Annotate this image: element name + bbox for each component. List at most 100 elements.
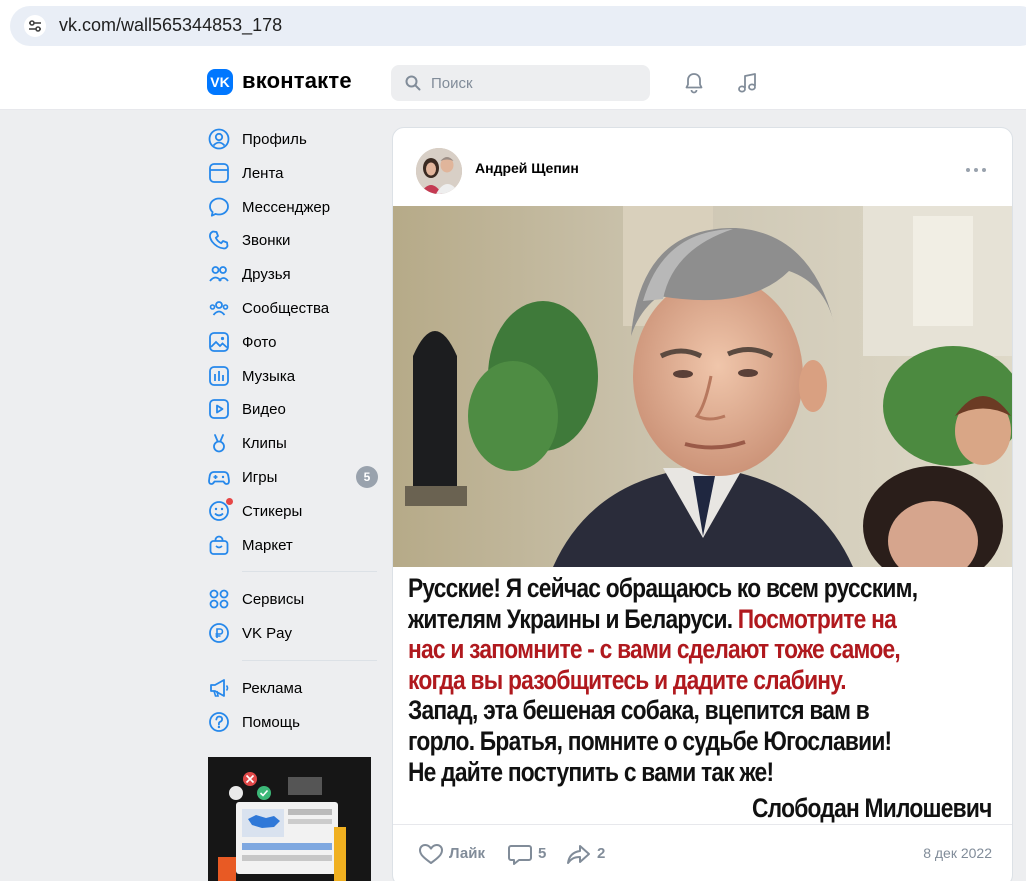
url-text[interactable]: vk.com/wall565344853_178 bbox=[59, 15, 282, 36]
vk-logo-icon[interactable]: VK bbox=[207, 69, 233, 95]
sidebar-item-label: Звонки bbox=[242, 232, 291, 250]
sidebar-item-label: Стикеры bbox=[242, 502, 303, 520]
vk-header: VK вконтакте bbox=[0, 54, 1026, 110]
share-count: 2 bbox=[597, 845, 606, 862]
sidebar-item-label: Сервисы bbox=[242, 591, 305, 609]
sidebar-item-market[interactable]: Маркет bbox=[205, 528, 380, 562]
sidebar-item-label: Лента bbox=[242, 164, 284, 182]
quote-text: Не дайте поступить с вами так же! bbox=[408, 756, 774, 787]
sidebar-item-label: Фото bbox=[242, 333, 277, 351]
clips-icon bbox=[213, 434, 225, 453]
quote-line: нас и запомните - с вами сделают тоже са… bbox=[408, 634, 1010, 665]
sidebar-item-games[interactable]: Игры 5 bbox=[205, 460, 380, 494]
post-actions: Лайк 5 2 8 дек 2022 bbox=[393, 825, 1012, 881]
sidebar-divider bbox=[242, 659, 377, 661]
sidebar-item-label: Реклама bbox=[242, 679, 303, 697]
games-icon bbox=[208, 471, 230, 485]
sidebar-item-label: VK Pay bbox=[242, 625, 293, 643]
ads-icon bbox=[210, 679, 229, 697]
services-icon bbox=[209, 589, 229, 609]
quote-highlight: Посмотрите на bbox=[737, 603, 897, 634]
heart-icon bbox=[419, 844, 443, 864]
quote-line: жителям Украины и Беларуси. Посмотрите н… bbox=[408, 604, 1010, 635]
bell-icon[interactable] bbox=[682, 71, 706, 95]
sidebar-item-label: Помощь bbox=[242, 713, 300, 731]
post-date[interactable]: 8 дек 2022 bbox=[923, 845, 992, 861]
quote-line: Русские! Я сейчас обращаюсь ко всем русс… bbox=[408, 573, 1010, 604]
quote-body: Русские! Я сейчас обращаюсь ко всем русс… bbox=[408, 573, 1010, 787]
like-label: Лайк bbox=[449, 845, 485, 862]
search-icon bbox=[405, 75, 421, 91]
sidebar-item-vkpay[interactable]: VK Pay bbox=[205, 616, 380, 650]
sidebar-item-video[interactable]: Видео bbox=[205, 392, 380, 426]
help-icon bbox=[209, 711, 229, 732]
quote-text: жителям Украины и Беларуси. bbox=[408, 603, 738, 634]
post-author-name[interactable]: Андрей Щепин bbox=[475, 160, 579, 176]
sidebar-ad-image[interactable] bbox=[208, 757, 371, 881]
sidebar-item-friends[interactable]: Друзья bbox=[205, 257, 380, 291]
sidebar-item-label: Сообщества bbox=[242, 299, 330, 317]
search-box[interactable] bbox=[391, 65, 650, 101]
market-icon bbox=[209, 535, 229, 555]
sidebar-item-label: Маркет bbox=[242, 536, 293, 554]
quote-line: Запад, эта бешеная собака, вцепится вам … bbox=[408, 695, 1010, 726]
post-photo[interactable] bbox=[393, 206, 1012, 567]
left-sidebar: Профиль Лента Мессенджер Звонки Друзья Сообще… bbox=[205, 122, 380, 739]
notification-badge: 5 bbox=[356, 465, 378, 488]
quote-text: Запад, эта бешеная собака, вцепится вам … bbox=[408, 695, 870, 726]
share-icon bbox=[567, 845, 590, 864]
more-options-icon[interactable] bbox=[965, 166, 987, 174]
quote-highlight: когда вы разобщитесь и дадите слабину. bbox=[408, 664, 847, 695]
quote-line: горло. Братья, помните о судьбе Югослави… bbox=[408, 726, 1010, 757]
post-quote-text: Русские! Я сейчас обращаюсь ко всем русс… bbox=[393, 567, 1012, 824]
video-icon bbox=[209, 399, 229, 420]
sidebar-item-help[interactable]: Помощь bbox=[205, 705, 380, 739]
profile-icon bbox=[208, 128, 230, 150]
sidebar-item-label: Друзья bbox=[242, 266, 291, 284]
brand-name[interactable]: вконтакте bbox=[242, 68, 352, 94]
sidebar-item-services[interactable]: Сервисы bbox=[205, 582, 380, 616]
music-icon bbox=[209, 365, 229, 386]
share-button[interactable]: 2 bbox=[566, 842, 611, 866]
like-button[interactable]: Лайк bbox=[418, 842, 488, 866]
sidebar-item-phone[interactable]: Звонки bbox=[205, 223, 380, 257]
wall-post: Андрей Щепин Русские! Я сейчас обращаюсь… bbox=[392, 127, 1013, 881]
communities-icon bbox=[209, 301, 229, 316]
sidebar-divider bbox=[242, 571, 377, 573]
sidebar-item-ads[interactable]: Реклама bbox=[205, 671, 380, 705]
quote-highlight: нас и запомните - с вами сделают тоже са… bbox=[408, 634, 901, 665]
sidebar-item-label: Мессенджер bbox=[242, 198, 331, 216]
comment-count: 5 bbox=[538, 845, 547, 862]
feed-icon bbox=[209, 162, 229, 183]
sidebar-item-label: Профиль bbox=[242, 131, 307, 148]
comment-icon bbox=[508, 845, 532, 865]
sidebar-item-label: Клипы bbox=[242, 435, 287, 453]
quote-text: Русские! Я сейчас обращаюсь ко всем русс… bbox=[408, 573, 918, 603]
friends-icon bbox=[209, 266, 229, 282]
sidebar-item-messenger[interactable]: Мессенджер bbox=[205, 190, 380, 224]
browser-toolbar: vk.com/wall565344853_178 bbox=[0, 0, 1026, 54]
author-avatar[interactable] bbox=[416, 148, 462, 194]
sidebar-item-feed[interactable]: Лента bbox=[205, 156, 380, 190]
sidebar-item-label: Видео bbox=[242, 401, 286, 419]
vkpay-icon bbox=[209, 623, 229, 644]
music-icon[interactable] bbox=[735, 71, 759, 95]
search-input[interactable] bbox=[431, 65, 641, 101]
new-indicator-dot bbox=[226, 497, 233, 505]
sidebar-item-clips[interactable]: Клипы bbox=[205, 426, 380, 460]
site-info-icon[interactable] bbox=[24, 14, 46, 38]
messenger-icon bbox=[209, 197, 229, 217]
quote-line: Не дайте поступить с вами так же! bbox=[408, 757, 1010, 788]
comment-button[interactable]: 5 bbox=[507, 842, 552, 866]
photo-icon bbox=[209, 331, 229, 352]
sidebar-item-label: Игры bbox=[242, 468, 278, 486]
quote-line: когда вы разобщитесь и дадите слабину. bbox=[408, 665, 1010, 696]
sidebar-item-profile[interactable]: Профиль bbox=[205, 122, 380, 156]
sidebar-item-music[interactable]: Музыка bbox=[205, 359, 380, 393]
sidebar-item-stickers[interactable]: Стикеры bbox=[205, 494, 380, 528]
sidebar-item-communities[interactable]: Сообщества bbox=[205, 291, 380, 325]
phone-icon bbox=[209, 230, 229, 250]
sidebar-item-photo[interactable]: Фото bbox=[205, 325, 380, 359]
quote-text: горло. Братья, помните о судьбе Югослави… bbox=[408, 725, 892, 756]
sidebar-item-label: Музыка bbox=[242, 367, 296, 385]
